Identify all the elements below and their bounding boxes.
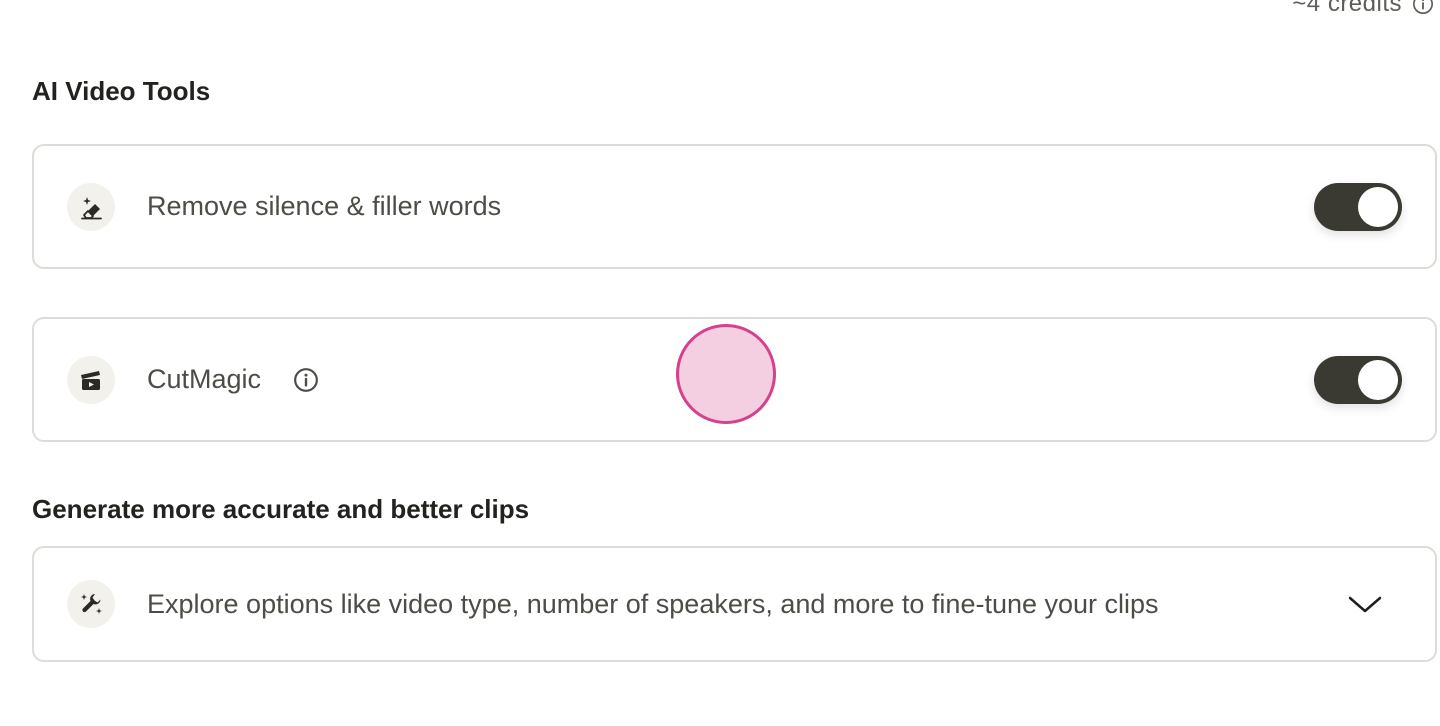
chevron-down-icon[interactable] [1347,592,1383,616]
clip-options-description: Explore options like video type, number … [147,588,1159,619]
credits-text: ~4 credits [1292,0,1402,17]
section-title-ai-video-tools: AI Video Tools [32,76,211,106]
section-title-clip-options: Generate more accurate and better clips [32,494,530,524]
info-icon[interactable] [1412,0,1434,15]
toggle-knob [1358,186,1398,227]
clip-options-expander[interactable]: Explore options like video type, number … [32,546,1437,662]
info-icon[interactable] [293,367,319,393]
cutmagic-label: CutMagic [147,364,262,394]
cutmagic-toggle[interactable] [1314,355,1402,404]
click-indicator [676,324,776,424]
wrench-sparkle-icon [67,580,115,628]
page: ~4 credits AI Video Tools Remove silence… [0,0,1440,726]
credits-indicator: ~4 credits [1292,0,1434,18]
eraser-sparkle-icon [67,182,115,231]
toggle-knob [1358,359,1398,400]
remove-silence-toggle[interactable] [1314,182,1402,231]
remove-silence-label: Remove silence & filler words [147,191,502,221]
remove-silence-card: Remove silence & filler words [32,144,1437,269]
clapperboard-icon [67,355,115,404]
